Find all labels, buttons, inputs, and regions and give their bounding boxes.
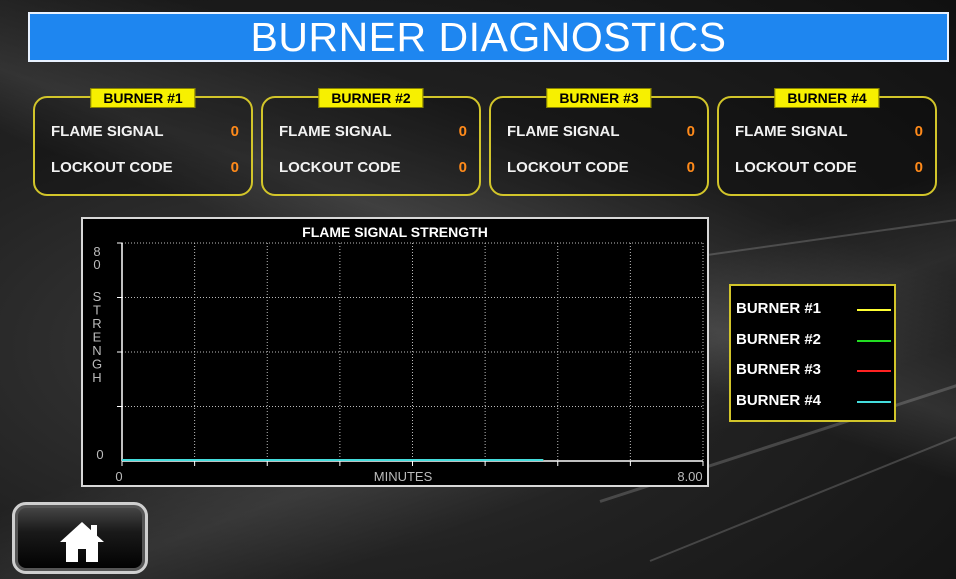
burner-name: BURNER #3	[546, 88, 652, 108]
lockout-code-label: LOCKOUT CODE	[279, 159, 401, 176]
lockout-code-label: LOCKOUT CODE	[507, 159, 629, 176]
lockout-code-value: 0	[458, 159, 467, 176]
legend-item-burner-4: BURNER #4	[736, 392, 891, 412]
lockout-code-label: LOCKOUT CODE	[735, 159, 857, 176]
legend-item-burner-3: BURNER #3	[736, 361, 891, 381]
lockout-code-value: 0	[914, 159, 923, 176]
burner-panel-4: BURNER #4 FLAME SIGNAL 0 LOCKOUT CODE 0	[717, 88, 937, 196]
y-axis-label: STRENGH	[92, 289, 102, 385]
flame-signal-row: FLAME SIGNAL 0	[735, 123, 923, 143]
legend-swatch	[857, 401, 891, 403]
lockout-code-row: LOCKOUT CODE 0	[735, 159, 923, 179]
legend-item-burner-1: BURNER #1	[736, 300, 891, 320]
lockout-code-value: 0	[686, 159, 695, 176]
home-icon	[60, 522, 104, 562]
legend-swatch	[857, 370, 891, 372]
y-tick-label-0: 0	[96, 447, 103, 462]
flame-signal-row: FLAME SIGNAL 0	[507, 123, 695, 143]
lockout-code-row: LOCKOUT CODE 0	[51, 159, 239, 179]
flame-signal-value: 0	[914, 123, 923, 140]
page-title: BURNER DIAGNOSTICS	[250, 13, 727, 60]
x-tick-label-max: 8.00	[677, 469, 702, 484]
burner-name: BURNER #2	[318, 88, 424, 108]
flame-signal-label: FLAME SIGNAL	[507, 123, 620, 140]
legend-label: BURNER #1	[736, 300, 822, 317]
flame-signal-label: FLAME SIGNAL	[51, 123, 164, 140]
burner-panel-3: BURNER #3 FLAME SIGNAL 0 LOCKOUT CODE 0	[489, 88, 709, 196]
legend-label: BURNER #4	[736, 392, 822, 409]
flame-signal-chart: FLAME SIGNAL STRENGTH 80 STRENGH 0 0 MIN…	[81, 217, 709, 487]
legend-label: BURNER #2	[736, 331, 822, 348]
flame-signal-label: FLAME SIGNAL	[279, 123, 392, 140]
flame-signal-value: 0	[686, 123, 695, 140]
flame-signal-label: FLAME SIGNAL	[735, 123, 848, 140]
home-button[interactable]	[12, 502, 148, 574]
x-axis-label: MINUTES	[374, 469, 433, 484]
lockout-code-row: LOCKOUT CODE 0	[279, 159, 467, 179]
chart-svg: FLAME SIGNAL STRENGTH 80 STRENGH 0 0 MIN…	[92, 224, 704, 484]
legend-label: BURNER #3	[736, 361, 822, 378]
burner-name: BURNER #4	[774, 88, 880, 108]
x-tick-label-min: 0	[115, 469, 122, 484]
burner-panel-2: BURNER #2 FLAME SIGNAL 0 LOCKOUT CODE 0	[261, 88, 481, 196]
lockout-code-value: 0	[230, 159, 239, 176]
legend-swatch	[857, 309, 891, 311]
legend-item-burner-2: BURNER #2	[736, 331, 891, 351]
flame-signal-row: FLAME SIGNAL 0	[279, 123, 467, 143]
title-bar: BURNER DIAGNOSTICS	[28, 12, 949, 62]
burner-panel-1: BURNER #1 FLAME SIGNAL 0 LOCKOUT CODE 0	[33, 88, 253, 196]
lockout-code-label: LOCKOUT CODE	[51, 159, 173, 176]
legend-swatch	[857, 340, 891, 342]
flame-signal-value: 0	[230, 123, 239, 140]
chart-title: FLAME SIGNAL STRENGTH	[302, 224, 488, 240]
flame-signal-value: 0	[458, 123, 467, 140]
y-axis-top-label: 80	[93, 244, 100, 272]
lockout-code-row: LOCKOUT CODE 0	[507, 159, 695, 179]
flame-signal-row: FLAME SIGNAL 0	[51, 123, 239, 143]
chart-legend: BURNER #1 BURNER #2 BURNER #3 BURNER #4	[729, 284, 896, 422]
burner-name: BURNER #1	[90, 88, 196, 108]
